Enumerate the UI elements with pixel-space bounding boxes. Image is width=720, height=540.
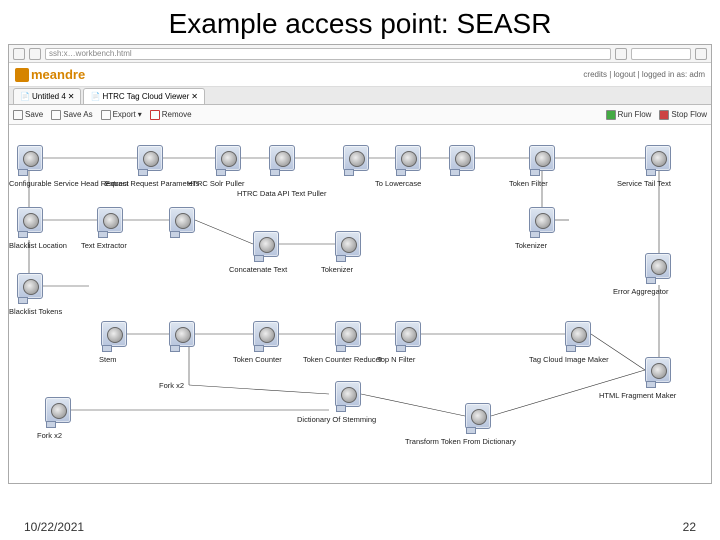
export-button[interactable]: Export ▾ [101, 110, 142, 120]
node-label: Token Counter [233, 355, 282, 364]
logo-icon [15, 68, 29, 82]
address-bar[interactable]: ssh:x…workbench.html [45, 48, 611, 60]
session-info: credits | logout | logged in as: adm [583, 70, 705, 79]
flow-node[interactable] [645, 253, 671, 279]
node-label: Error Aggregator [613, 287, 668, 296]
node-label: Transform Token From Dictionary [405, 437, 516, 446]
tab-bar: 📄Untitled 4✕ 📄HTRC Tag Cloud Viewer✕ [9, 87, 711, 105]
node-label: To Lowercase [375, 179, 421, 188]
tab-untitled[interactable]: 📄Untitled 4✕ [13, 88, 81, 104]
toolbar: Save Save As Export ▾ Remove Run Flow St… [9, 105, 711, 125]
node-label: HTRC Solr Puller [187, 179, 245, 188]
node-label: Token Counter Reducer [303, 355, 382, 364]
disk-icon [13, 110, 23, 120]
flow-node[interactable] [253, 321, 279, 347]
disk-icon [51, 110, 61, 120]
flow-node[interactable] [17, 145, 43, 171]
slide-footer: 10/22/2021 22 [0, 520, 720, 534]
node-label: Tokenizer [515, 241, 547, 250]
flow-node[interactable] [17, 273, 43, 299]
logo-text: meandre [31, 67, 85, 82]
footer-page: 22 [683, 520, 696, 534]
stop-flow-button[interactable]: Stop Flow [659, 110, 707, 120]
stop-icon [659, 110, 669, 120]
flow-node[interactable] [45, 397, 71, 423]
play-icon [606, 110, 616, 120]
node-label: Top N Filter [377, 355, 415, 364]
app-header: meandre credits | logout | logged in as:… [9, 63, 711, 87]
node-label: Service Tail Text [617, 179, 671, 188]
node-label: HTML Fragment Maker [599, 391, 676, 400]
flow-node[interactable] [335, 231, 361, 257]
browser-navbar: ssh:x…workbench.html [9, 45, 711, 63]
credits-link[interactable]: credits [583, 70, 607, 79]
node-label: Blacklist Tokens [9, 307, 62, 316]
flow-node[interactable] [97, 207, 123, 233]
logout-link[interactable]: logout [614, 70, 636, 79]
app-window: ssh:x…workbench.html meandre credits | l… [8, 44, 712, 484]
node-label: Fork x2 [159, 381, 184, 390]
flow-node[interactable] [395, 321, 421, 347]
node-label: Concatenate Text [229, 265, 287, 274]
save-as-button[interactable]: Save As [51, 110, 92, 120]
node-label: Blacklist Location [9, 241, 67, 250]
save-button[interactable]: Save [13, 110, 43, 120]
flow-node[interactable] [169, 207, 195, 233]
search-input[interactable] [631, 48, 691, 60]
file-icon: 📄 [90, 92, 100, 101]
flow-node[interactable] [529, 207, 555, 233]
close-icon[interactable]: ✕ [191, 92, 198, 101]
node-label: Dictionary Of Stemming [297, 415, 376, 424]
flow-node[interactable] [343, 145, 369, 171]
node-label: Text Extractor [81, 241, 127, 250]
flow-node[interactable] [565, 321, 591, 347]
home-icon[interactable] [695, 48, 707, 60]
footer-date: 10/22/2021 [24, 520, 84, 534]
node-label: Tag Cloud Image Maker [529, 355, 609, 364]
flow-node[interactable] [465, 403, 491, 429]
flow-node[interactable] [137, 145, 163, 171]
run-flow-button[interactable]: Run Flow [606, 110, 652, 120]
node-label: Stem [99, 355, 117, 364]
flow-node[interactable] [101, 321, 127, 347]
flow-canvas[interactable]: Configurable Service Head RequestExtract… [9, 125, 711, 483]
node-label: HTRC Data API Text Puller [237, 189, 326, 198]
flow-node[interactable] [215, 145, 241, 171]
node-label: Tokenizer [321, 265, 353, 274]
flow-node[interactable] [645, 145, 671, 171]
flow-node[interactable] [17, 207, 43, 233]
file-icon: 📄 [20, 92, 30, 101]
node-label: Fork x2 [37, 431, 62, 440]
slide-title: Example access point: SEASR [0, 0, 720, 44]
flow-node[interactable] [529, 145, 555, 171]
node-label: Token Filter [509, 179, 548, 188]
remove-button[interactable]: Remove [150, 110, 192, 120]
export-icon [101, 110, 111, 120]
close-icon[interactable]: ✕ [68, 92, 75, 101]
trash-icon [150, 110, 160, 120]
flow-node[interactable] [449, 145, 475, 171]
flow-node[interactable] [335, 381, 361, 407]
back-icon[interactable] [13, 48, 25, 60]
forward-icon[interactable] [29, 48, 41, 60]
flow-node[interactable] [269, 145, 295, 171]
logged-in-label: logged in as: adm [642, 70, 705, 79]
tab-htrc-tag-cloud[interactable]: 📄HTRC Tag Cloud Viewer✕ [83, 88, 205, 104]
flow-node[interactable] [645, 357, 671, 383]
flow-node[interactable] [335, 321, 361, 347]
flow-node[interactable] [253, 231, 279, 257]
reload-icon[interactable] [615, 48, 627, 60]
flow-node[interactable] [395, 145, 421, 171]
flow-node[interactable] [169, 321, 195, 347]
node-label: Extract Request Parameters [105, 179, 199, 188]
logo: meandre [15, 67, 85, 82]
